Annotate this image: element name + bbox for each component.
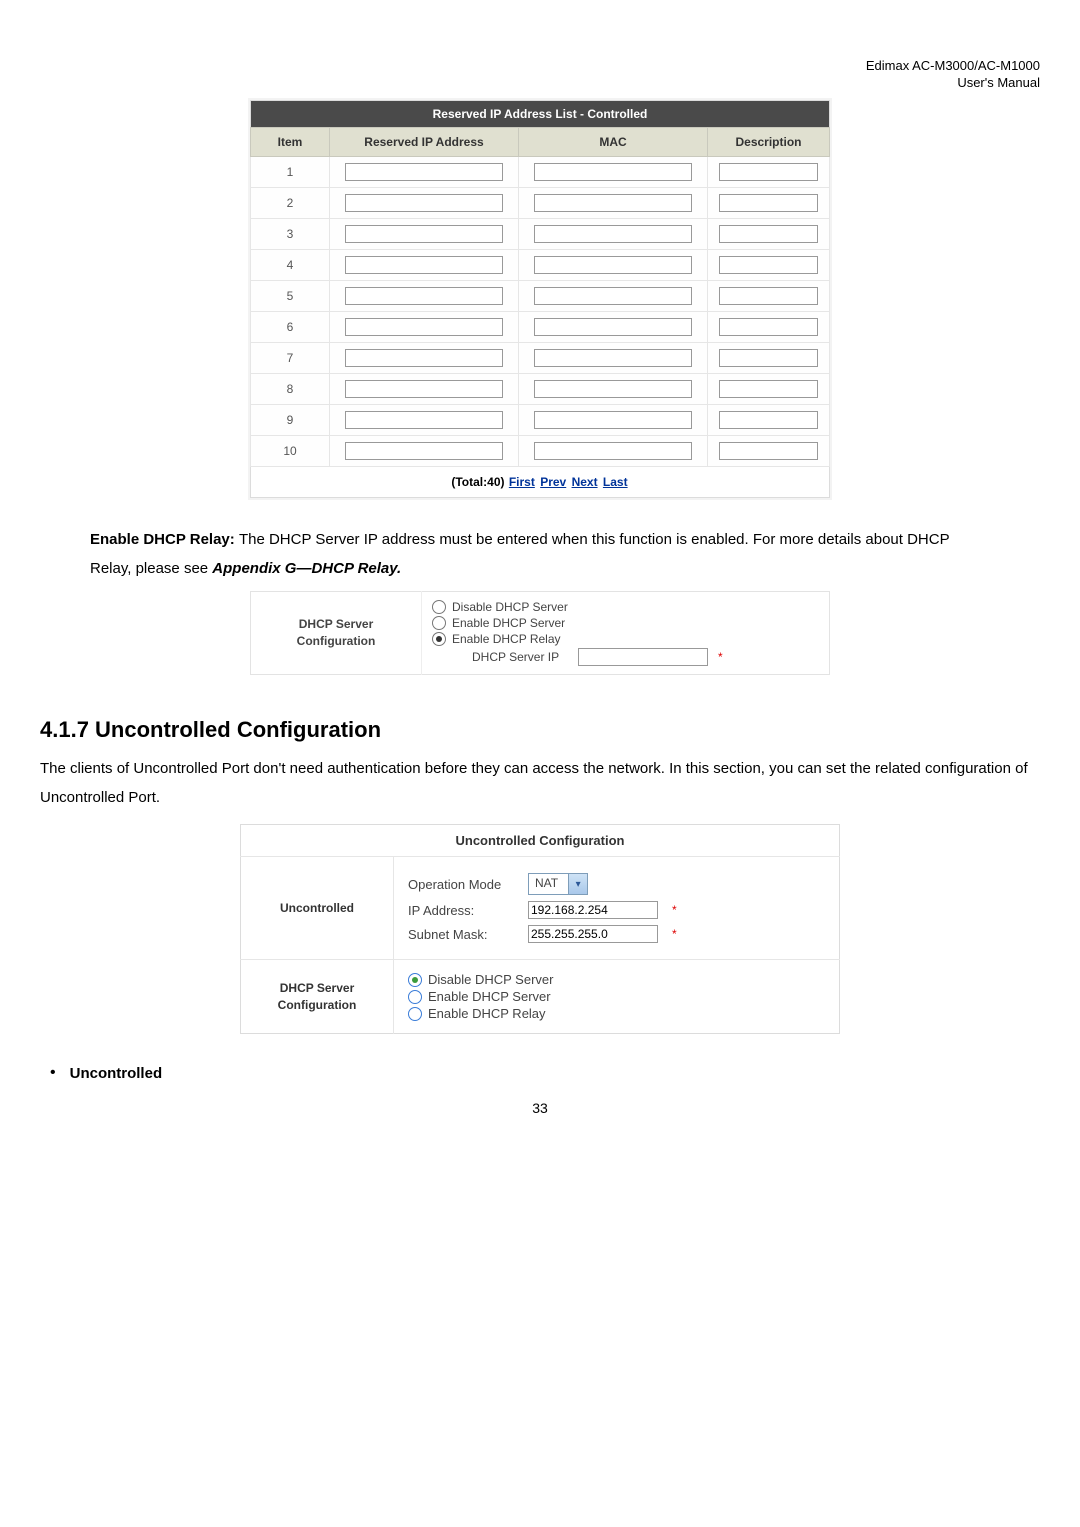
product-name: Edimax AC-M3000/AC-M1000 xyxy=(866,58,1040,75)
relay-paragraph: Enable DHCP Relay: The DHCP Server IP ad… xyxy=(90,526,990,583)
mac-input[interactable] xyxy=(534,256,692,274)
radio-enable-relay[interactable]: Enable DHCP Relay xyxy=(432,632,819,646)
mac-input[interactable] xyxy=(534,349,692,367)
bullet-item: • Uncontrolled xyxy=(50,1064,1040,1082)
desc-input[interactable] xyxy=(719,411,818,429)
mask-label: Subnet Mask: xyxy=(408,927,518,942)
ip-input[interactable] xyxy=(345,194,503,212)
row-index: 2 xyxy=(251,188,330,219)
mac-input[interactable] xyxy=(534,380,692,398)
relay-lead: Enable DHCP Relay: xyxy=(90,531,239,548)
row-index: 10 xyxy=(251,436,330,467)
mac-input[interactable] xyxy=(534,411,692,429)
radio-icon xyxy=(408,990,422,1004)
desc-input[interactable] xyxy=(719,256,818,274)
desc-input[interactable] xyxy=(719,287,818,305)
relay-appendix: Appendix G—DHCP Relay. xyxy=(212,560,401,577)
radio-icon xyxy=(432,600,446,614)
dhcp-relay-label: DHCP Server Configuration xyxy=(251,592,422,675)
desc-input[interactable] xyxy=(719,318,818,336)
manual-label: User's Manual xyxy=(866,75,1040,92)
reserved-ip-table: Reserved IP Address List - Controlled It… xyxy=(250,100,830,498)
row-index: 4 xyxy=(251,250,330,281)
pager-prev[interactable]: Prev xyxy=(540,475,566,489)
pager: (Total:40) First Prev Next Last xyxy=(251,467,830,498)
uncontrolled-settings: Operation Mode NAT ▾ IP Address: * Subne… xyxy=(394,857,840,960)
dhcp-server-ip-row: DHCP Server IP * xyxy=(472,648,819,666)
mask-input[interactable] xyxy=(528,925,658,943)
row-index: 1 xyxy=(251,157,330,188)
desc-input[interactable] xyxy=(719,225,818,243)
row-index: 3 xyxy=(251,219,330,250)
dhcp-relay-options: Disable DHCP Server Enable DHCP Server E… xyxy=(422,592,830,675)
chevron-down-icon: ▾ xyxy=(568,874,587,894)
section-paragraph: The clients of Uncontrolled Port don't n… xyxy=(40,755,1040,812)
doc-header: Edimax AC-M3000/AC-M1000 User's Manual xyxy=(866,58,1040,92)
opmode-select[interactable]: NAT ▾ xyxy=(528,873,588,895)
reserved-title: Reserved IP Address List - Controlled xyxy=(251,101,830,128)
ip-input[interactable] xyxy=(345,225,503,243)
dhcp-config-options: Disable DHCP Server Enable DHCP Server E… xyxy=(394,960,840,1034)
ip-input[interactable] xyxy=(345,442,503,460)
col-ip: Reserved IP Address xyxy=(330,128,519,157)
row-index: 5 xyxy=(251,281,330,312)
radio-enable-relay[interactable]: Enable DHCP Relay xyxy=(408,1006,825,1021)
radio-icon xyxy=(408,1007,422,1021)
dhcp-relay-panel: DHCP Server Configuration Disable DHCP S… xyxy=(250,591,830,675)
radio-disable-dhcp[interactable]: Disable DHCP Server xyxy=(408,972,825,987)
ip-input[interactable] xyxy=(345,287,503,305)
radio-icon xyxy=(408,973,422,987)
row-index: 6 xyxy=(251,312,330,343)
row-index: 8 xyxy=(251,374,330,405)
ip-input[interactable] xyxy=(345,411,503,429)
desc-input[interactable] xyxy=(719,380,818,398)
mac-input[interactable] xyxy=(534,194,692,212)
bullet-text: Uncontrolled xyxy=(70,1065,163,1082)
section-heading: 4.1.7 Uncontrolled Configuration xyxy=(40,717,1040,743)
mac-input[interactable] xyxy=(534,318,692,336)
ip-label: IP Address: xyxy=(408,903,518,918)
uncontrolled-row-label: Uncontrolled xyxy=(241,857,394,960)
page-number: 33 xyxy=(40,1100,1040,1116)
row-index: 7 xyxy=(251,343,330,374)
uncontrolled-title: Uncontrolled Configuration xyxy=(241,825,840,857)
radio-icon xyxy=(432,616,446,630)
pager-first[interactable]: First xyxy=(509,475,535,489)
ip-input[interactable] xyxy=(345,256,503,274)
mac-input[interactable] xyxy=(534,225,692,243)
bullet-icon: • xyxy=(50,1064,56,1082)
mac-input[interactable] xyxy=(534,442,692,460)
uncontrolled-panel: Uncontrolled Configuration Uncontrolled … xyxy=(240,824,840,1034)
required-star: * xyxy=(718,650,723,664)
mac-input[interactable] xyxy=(534,287,692,305)
col-desc: Description xyxy=(708,128,830,157)
col-item: Item xyxy=(251,128,330,157)
desc-input[interactable] xyxy=(719,349,818,367)
pager-last[interactable]: Last xyxy=(603,475,628,489)
radio-enable-dhcp[interactable]: Enable DHCP Server xyxy=(408,989,825,1004)
radio-disable-dhcp[interactable]: Disable DHCP Server xyxy=(432,600,819,614)
dhcp-server-ip-label: DHCP Server IP xyxy=(472,650,572,664)
opmode-value: NAT xyxy=(529,874,568,894)
desc-input[interactable] xyxy=(719,163,818,181)
ip-input[interactable] xyxy=(345,380,503,398)
radio-enable-dhcp[interactable]: Enable DHCP Server xyxy=(432,616,819,630)
opmode-label: Operation Mode xyxy=(408,877,518,892)
pager-total: (Total:40) xyxy=(451,475,504,489)
ip-input[interactable] xyxy=(345,318,503,336)
ip-input[interactable] xyxy=(345,163,503,181)
desc-input[interactable] xyxy=(719,194,818,212)
pager-next[interactable]: Next xyxy=(572,475,598,489)
dhcp-config-label: DHCP Server Configuration xyxy=(241,960,394,1034)
row-index: 9 xyxy=(251,405,330,436)
ip-input[interactable] xyxy=(345,349,503,367)
required-star: * xyxy=(672,927,677,941)
desc-input[interactable] xyxy=(719,442,818,460)
required-star: * xyxy=(672,903,677,917)
dhcp-server-ip-input[interactable] xyxy=(578,648,708,666)
radio-icon xyxy=(432,632,446,646)
ip-input[interactable] xyxy=(528,901,658,919)
mac-input[interactable] xyxy=(534,163,692,181)
col-mac: MAC xyxy=(519,128,708,157)
